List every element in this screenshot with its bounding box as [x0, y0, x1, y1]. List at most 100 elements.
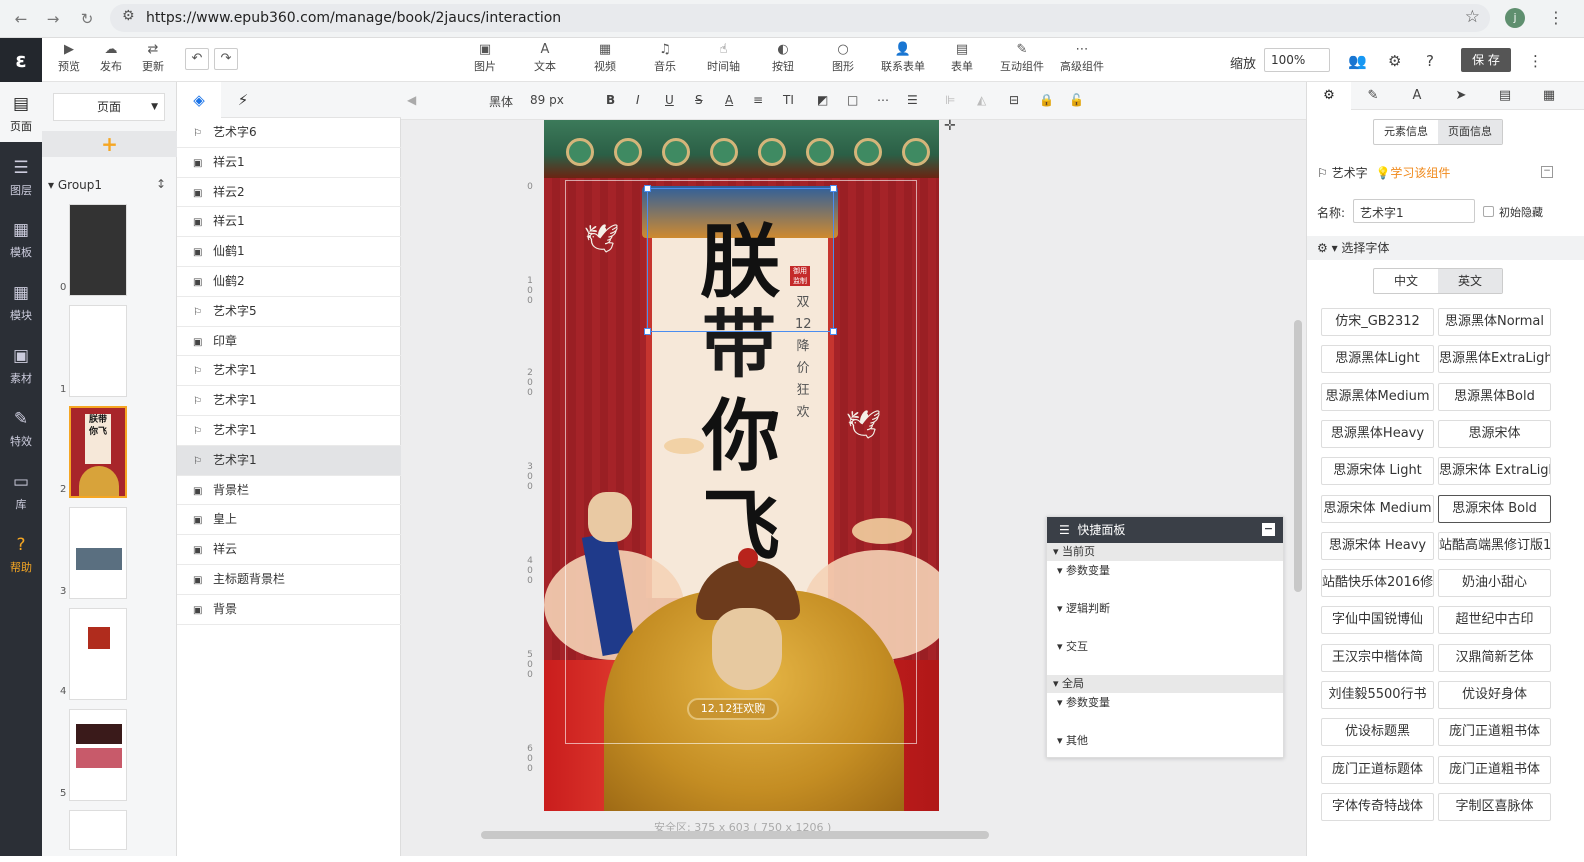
font-option[interactable]: 思源宋体 Light	[1321, 457, 1434, 486]
layer-item[interactable]: ⚐ 艺术字6	[177, 118, 401, 148]
insert-button-button[interactable]: ◐ 按钮	[772, 42, 794, 74]
grid-tab-icon[interactable]: ▦	[1527, 82, 1571, 110]
page-thumb-2[interactable]: 朕带你飞	[69, 406, 127, 498]
reload-icon[interactable]: ↻	[76, 8, 98, 30]
unlock-icon[interactable]: 🔓	[1069, 93, 1084, 107]
flip-icon[interactable]: ◭	[977, 93, 986, 107]
selection-box[interactable]	[644, 185, 837, 335]
font-option[interactable]: 字仙中国锐博仙	[1321, 606, 1434, 635]
quick-panel-header[interactable]: ☰ 快捷面板 −	[1047, 517, 1283, 543]
insert-text-button[interactable]: A 文本	[534, 42, 556, 74]
layer-item[interactable]: ⚐ 艺术字1	[177, 356, 401, 387]
font-option[interactable]: 仿宋_GB2312	[1321, 308, 1434, 336]
add-page-button[interactable]: +	[42, 131, 177, 157]
insert-contact-form-button[interactable]: 👤 联系表单	[881, 42, 925, 74]
resize-handle[interactable]	[830, 185, 837, 192]
publish-button[interactable]: ☁ 发布	[100, 42, 122, 74]
insert-image-button[interactable]: ▣ 图片	[474, 42, 496, 74]
resize-handle[interactable]	[644, 328, 651, 335]
font-option[interactable]: 站酷高端黑修订版1.13	[1438, 531, 1551, 560]
chinese-fonts-tab[interactable]: 中文	[1374, 269, 1438, 293]
font-option[interactable]: 汉鼎简新艺体	[1438, 643, 1551, 672]
zoom-input[interactable]: 100%	[1264, 48, 1330, 72]
font-option[interactable]: 站酷快乐体2016修订版	[1321, 569, 1434, 598]
font-option[interactable]: 思源黑体Heavy	[1321, 419, 1434, 448]
font-option[interactable]: 思源黑体Bold	[1438, 382, 1551, 411]
collapse-left-icon[interactable]: ◀	[407, 93, 416, 107]
layer-item[interactable]: ▣ 背景栏	[177, 476, 401, 506]
insert-shape-button[interactable]: ○ 图形	[832, 42, 854, 74]
send-tab-icon[interactable]: ➤	[1439, 82, 1483, 110]
align-layer-icon[interactable]: ⊫	[945, 93, 955, 107]
group-toggle[interactable]: ▾ Group1	[48, 178, 102, 192]
logic-item[interactable]: ▾ 逻辑判断	[1047, 599, 1283, 637]
font-option[interactable]: 字制区喜脉体	[1438, 792, 1551, 821]
pen-tab-icon[interactable]: ✎	[1351, 82, 1395, 110]
page-thumb-3[interactable]	[69, 507, 127, 599]
browser-menu-icon[interactable]: ⋮	[1548, 8, 1564, 27]
lock-icon[interactable]: 🔒	[1039, 93, 1054, 107]
layer-item[interactable]: ▣ 祥云	[177, 535, 401, 565]
italic-button[interactable]: I	[636, 93, 640, 107]
learn-component-link[interactable]: 💡学习该组件	[1375, 166, 1450, 180]
font-option[interactable]: 优设好身体	[1438, 681, 1551, 709]
font-option[interactable]: 思源宋体 Bold	[1438, 494, 1551, 523]
font-option[interactable]: 超世纪中古印	[1438, 606, 1551, 635]
insert-timeline-button[interactable]: ☝ 时间轴	[707, 42, 740, 74]
font-color-button[interactable]: A	[725, 93, 733, 107]
settings-tab-icon[interactable]: ⚙	[1307, 82, 1351, 110]
minimize-icon[interactable]: −	[1262, 523, 1275, 536]
page-thumb-1[interactable]	[69, 305, 127, 397]
font-option[interactable]: 思源黑体Light	[1321, 345, 1434, 374]
sidebar-item-help[interactable]: ? 帮助	[0, 523, 42, 583]
font-option[interactable]: 奶油小甜心	[1438, 569, 1551, 598]
font-option[interactable]: 庞门正道标题体	[1321, 755, 1434, 784]
layer-item[interactable]: ⚐ 艺术字1	[177, 386, 401, 416]
spacing-icon[interactable]: ☰	[907, 93, 918, 107]
resize-handle[interactable]	[644, 185, 651, 192]
sidebar-item-effects[interactable]: ✎ 特效	[0, 397, 42, 457]
fill-color-icon[interactable]: ◩	[817, 93, 828, 107]
layer-item[interactable]: ▣ 主标题背景栏	[177, 565, 401, 595]
sort-icon[interactable]: ↕	[156, 177, 166, 191]
font-option[interactable]: 思源宋体 Medium	[1321, 494, 1434, 523]
interactive-component-button[interactable]: ✎ 互动组件	[1000, 42, 1044, 74]
page-thumb-6[interactable]	[69, 810, 127, 850]
document-tab-icon[interactable]: ▤	[1483, 82, 1527, 110]
page-info-tab[interactable]: 页面信息	[1438, 120, 1502, 144]
more-vertical-icon[interactable]: ⋮	[1528, 52, 1543, 70]
font-option[interactable]: 庞门正道粗书体	[1438, 755, 1551, 784]
sidebar-item-library[interactable]: ▭ 库	[0, 460, 42, 520]
initial-hide-checkbox[interactable]: 初始隐藏	[1483, 204, 1543, 220]
sidebar-item-module[interactable]: ▦ 模块	[0, 271, 42, 331]
page-thumb-0[interactable]	[69, 204, 127, 296]
params-item[interactable]: ▾ 参数变量	[1047, 561, 1283, 599]
font-option[interactable]: 刘佳毅5500行书	[1321, 681, 1434, 709]
font-option[interactable]: 思源宋体	[1438, 419, 1551, 448]
preview-button[interactable]: ▶ 预览	[58, 42, 80, 74]
name-input[interactable]: 艺术字1	[1353, 199, 1475, 223]
layer-item[interactable]: ⚐ 艺术字1	[177, 416, 401, 446]
font-family-select[interactable]: 黑体	[489, 93, 513, 110]
other-item[interactable]: ▾ 其他	[1047, 731, 1283, 749]
advanced-component-button[interactable]: ⋯ 高级组件	[1060, 42, 1104, 74]
font-option[interactable]: 庞门正道粗书体	[1438, 718, 1551, 747]
layer-item[interactable]: ▣ 祥云2	[177, 178, 401, 208]
layer-item[interactable]: ▣ 祥云1	[177, 207, 401, 238]
sidebar-item-page[interactable]: ▤ 页面	[0, 82, 42, 142]
insert-music-button[interactable]: ♫ 音乐	[654, 42, 676, 74]
font-option[interactable]: 王汉宗中楷体简	[1321, 643, 1434, 672]
layer-item[interactable]: ▣ 仙鹤1	[177, 237, 401, 267]
bookmark-star-icon[interactable]: ☆	[1465, 7, 1480, 27]
sidebar-item-template[interactable]: ▦ 模板	[0, 208, 42, 268]
layers-tab-icon[interactable]: ◈	[177, 82, 221, 118]
layer-item[interactable]: ▣ 背景	[177, 595, 401, 625]
redo-button[interactable]: ↷	[214, 48, 238, 70]
layer-item[interactable]: ⚐ 艺术字5	[177, 297, 401, 327]
save-button[interactable]: 保 存	[1461, 48, 1511, 72]
layer-item[interactable]: ▣ 皇上	[177, 505, 401, 536]
lightning-tab-icon[interactable]: ⚡	[221, 82, 265, 118]
insert-form-button[interactable]: ▤ 表单	[951, 42, 973, 74]
font-tab-icon[interactable]: A	[1395, 82, 1439, 110]
font-option[interactable]: 思源黑体ExtraLight	[1438, 345, 1551, 374]
